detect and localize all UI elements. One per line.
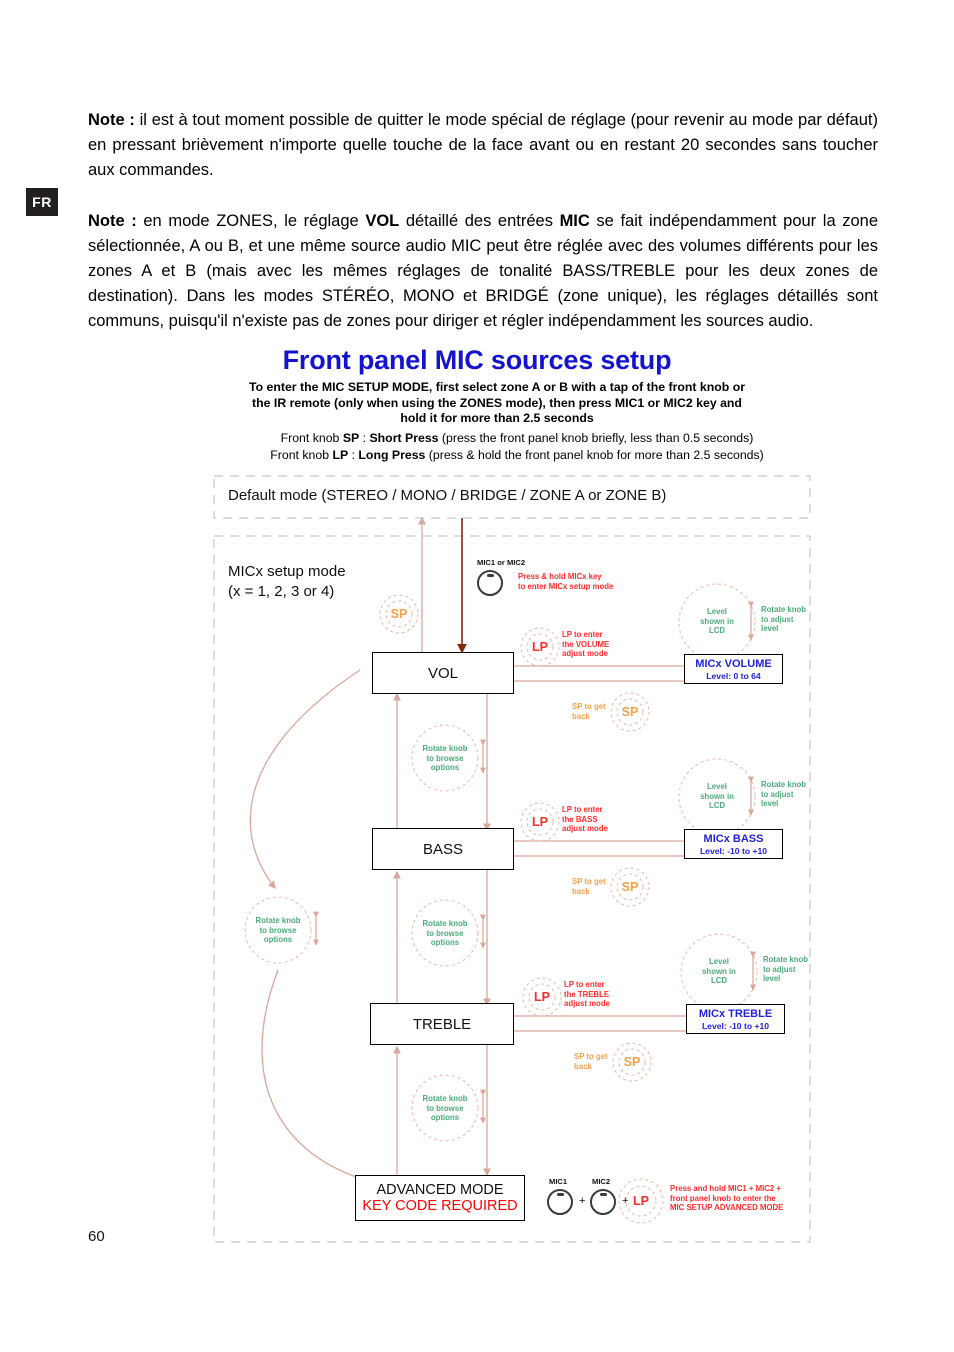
browse-note-left: Rotate knob to browse options [255, 916, 301, 944]
step-box-bass[interactable]: BASS [372, 828, 514, 870]
legend-sp-name: Short Press [369, 431, 439, 445]
lp-token-vol-label: LP [532, 640, 548, 654]
note-paragraph-2: Note : en mode ZONES, le réglage VOL dét… [88, 212, 878, 330]
level-circle-note-treble: Level shown in LCD [702, 957, 736, 985]
lcd-box-vol-title: MICx VOLUME [695, 657, 772, 670]
advanced-plus-1: + [579, 1195, 586, 1207]
default-mode-frame-label: Default mode (STEREO / MONO / BRIDGE / Z… [228, 487, 667, 504]
lcd-box-treble-title: MICx TREBLE [698, 1007, 773, 1020]
step-box-vol[interactable]: VOL [372, 652, 514, 694]
mic-entry-note: Press & hold MICx key to enter MICx setu… [518, 572, 614, 591]
lcd-box-vol-range: Level: 0 to 64 [706, 670, 761, 681]
lp-note-vol: LP to enter the VOLUME adjust mode [562, 630, 610, 658]
sp-note-treble: SP to get back [574, 1052, 608, 1071]
lp-token-advanced-label: LP [633, 1194, 649, 1208]
lcd-box-bass: MICx BASS Level: -10 to +10 [684, 829, 783, 859]
advanced-mode-keycode: KEY CODE REQUIRED [362, 1198, 518, 1214]
advanced-mode-title: ADVANCED MODE [376, 1182, 504, 1198]
step-box-bass-label: BASS [422, 840, 464, 858]
legend-sp-sep: : [359, 431, 370, 445]
sp-token-bass[interactable]: SP [610, 867, 650, 907]
lcd-box-bass-range: Level: -10 to +10 [699, 845, 768, 856]
level-circle-note-vol: Level shown in LCD [700, 607, 734, 635]
subtitle-line-1: To enter the MIC SETUP MODE, first selec… [248, 380, 745, 394]
language-tag: FR [26, 188, 58, 216]
lp-token-treble[interactable]: LP [522, 977, 562, 1017]
step-box-treble-label: TREBLE [412, 1015, 472, 1033]
lcd-box-treble-range: Level: -10 to +10 [701, 1020, 770, 1031]
legend-row-sp: Front knob SP : Short Press (press the f… [197, 430, 837, 447]
lp-note-treble: LP to enter the TREBLE adjust mode [564, 980, 610, 1008]
browse-note-3: Rotate knob to browse options [422, 1094, 468, 1122]
lp-token-advanced[interactable]: LP [621, 1181, 661, 1221]
mic2-knob-icon[interactable] [590, 1189, 616, 1215]
sp-token-bass-label: SP [621, 880, 639, 894]
legend-lp-sep: : [348, 448, 359, 462]
step-box-treble[interactable]: TREBLE [370, 1003, 514, 1045]
legend-row-lp: Front knob LP : Long Press (press & hold… [197, 447, 837, 464]
lp-token-vol[interactable]: LP [520, 627, 560, 667]
press-legend: Front knob SP : Short Press (press the f… [197, 430, 837, 464]
legend-lp-prefix: Front knob [270, 448, 333, 462]
legend-sp-prefix: Front knob [280, 431, 343, 445]
advanced-mic1-label: MIC1 [549, 1177, 568, 1186]
legend-lp-code: LP [332, 448, 349, 462]
sp-token-treble-label: SP [623, 1055, 641, 1069]
mic-knob-icon[interactable] [477, 570, 503, 596]
mic1-knob-icon[interactable] [547, 1189, 573, 1215]
legend-lp-name: Long Press [358, 448, 426, 462]
rotate-adjust-note-bass: Rotate knob to adjust level [761, 780, 807, 808]
sp-token-top[interactable]: SP [379, 594, 419, 634]
rotate-adjust-note-treble: Rotate knob to adjust level [763, 955, 809, 983]
step-box-vol-label: VOL [427, 664, 458, 682]
lcd-box-bass-title: MICx BASS [703, 832, 764, 845]
legend-lp-desc: (press & hold the front panel knob for m… [425, 448, 764, 462]
note-paragraph-1: Note : il est à tout moment possible de … [88, 111, 878, 179]
level-circle-note-bass: Level shown in LCD [700, 782, 734, 810]
mic-entry-knob-label: MIC1 or MIC2 [477, 558, 526, 567]
lcd-box-vol: MICx VOLUME Level: 0 to 64 [684, 654, 783, 684]
sp-note-vol: SP to get back [572, 702, 606, 721]
sp-token-vol-label: SP [621, 705, 639, 719]
micx-setup-mode-frame-label: MICx setup mode (x = 1, 2, 3 or 4) [228, 563, 346, 600]
page-subtitle: To enter the MIC SETUP MODE, first selec… [197, 380, 797, 427]
sp-token-treble[interactable]: SP [612, 1042, 652, 1082]
lp-note-bass: LP to enter the BASS adjust mode [562, 805, 608, 833]
advanced-mode-box[interactable]: ADVANCED MODE KEY CODE REQUIRED [355, 1175, 525, 1221]
legend-sp-desc: (press the front panel knob briefly, les… [438, 431, 754, 445]
lp-token-bass[interactable]: LP [520, 802, 560, 842]
lp-token-bass-label: LP [532, 815, 548, 829]
browse-note-2: Rotate knob to browse options [422, 919, 468, 947]
advanced-mode-note: Press and hold MIC1 + MIC2 + front panel… [670, 1184, 784, 1212]
browse-note-1: Rotate knob to browse options [422, 744, 468, 772]
legend-sp-code: SP [342, 431, 360, 445]
subtitle-line-3: hold it for more than 2.5 seconds [400, 411, 594, 425]
lp-token-treble-label: LP [534, 990, 550, 1004]
sp-token-top-label: SP [390, 607, 408, 621]
rotate-adjust-note-vol: Rotate knob to adjust level [761, 605, 807, 633]
subtitle-line-2: the IR remote (only when using the ZONES… [252, 395, 742, 410]
page-number: 60 [88, 1228, 105, 1245]
lcd-box-treble: MICx TREBLE Level: -10 to +10 [686, 1004, 785, 1034]
sp-token-vol[interactable]: SP [610, 692, 650, 732]
notes-section: Note : il est à tout moment possible de … [88, 108, 878, 360]
advanced-mic2-label: MIC2 [592, 1177, 611, 1186]
sp-note-bass: SP to get back [572, 877, 606, 896]
mic-setup-flow-diagram: Default mode (STEREO / MONO / BRIDGE / Z… [200, 470, 820, 1250]
page-title: Front panel MIC sources setup [282, 345, 672, 375]
